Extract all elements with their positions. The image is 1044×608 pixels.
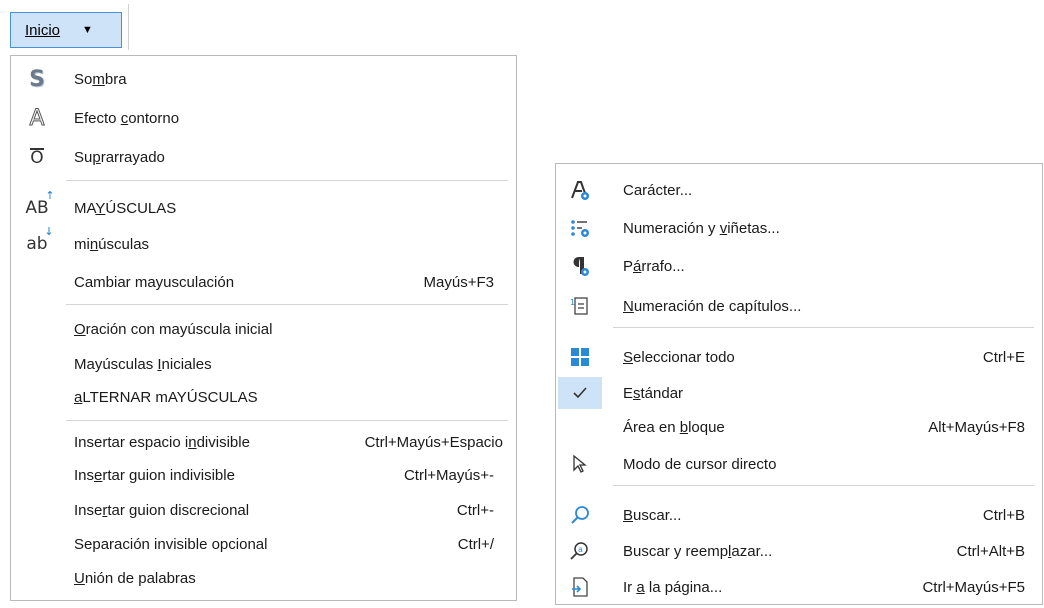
shortcut-label: Ctrl+- <box>456 501 494 519</box>
menu-item-separacion-invisible[interactable]: Separación invisible opcional Ctrl+/ <box>11 526 516 562</box>
svg-text:a: a <box>578 545 583 554</box>
menu-item-caracter[interactable]: Carácter... <box>556 172 1042 208</box>
shortcut-label: Ctrl+Alt+B <box>956 542 1025 560</box>
menu-item-label: Seleccionar todo <box>623 348 735 366</box>
inicio-dropdown-button[interactable]: Inicio ▼ <box>10 12 122 48</box>
menu-item-guion-discrecional[interactable]: Insertar guion discrecional Ctrl+- <box>11 492 516 528</box>
shortcut-label: Ctrl+Mayús+Espacio <box>364 433 503 451</box>
menu-item-label: Insertar guion indivisible <box>74 466 235 484</box>
find-replace-icon: a <box>568 539 592 563</box>
menu-item-minusculas[interactable]: ab ↓ minúsculas <box>11 225 516 262</box>
menu-item-union-palabras[interactable]: Unión de palabras <box>11 560 516 596</box>
menu-item-suprarrayado[interactable]: O Suprarrayado <box>11 139 516 175</box>
menu-item-area-bloque[interactable]: Área en bloque Alt+Mayús+F8 <box>556 409 1042 445</box>
outline-icon: A <box>29 105 45 131</box>
checkmark-icon <box>568 381 592 405</box>
menu-separator <box>66 180 508 181</box>
bullets-icon <box>568 216 592 240</box>
menu-item-label: Párrafo... <box>623 257 685 275</box>
shortcut-label: Ctrl+/ <box>457 535 494 553</box>
menu-item-cambiar-mayusculacion[interactable]: Cambiar mayusculación Mayús+F3 <box>11 264 516 300</box>
menu-separator <box>66 420 508 421</box>
menu-item-ir-pagina[interactable]: Ir a la página... Ctrl+Mayús+F5 <box>556 569 1042 605</box>
character-icon <box>568 178 592 202</box>
menu-item-label: Mayúsculas Iniciales <box>74 355 212 373</box>
menu-item-numeracion-capitulos[interactable]: 1 Numeración de capítulos... <box>556 288 1042 324</box>
menu-item-espacio-indivisible[interactable]: Insertar espacio indivisible Ctrl+Mayús+… <box>11 424 516 460</box>
menu-item-mayusculas-iniciales[interactable]: Mayúsculas Iniciales <box>11 346 516 382</box>
uppercase-icon: AB ↑ <box>25 189 55 218</box>
menu-item-label: Sombra <box>74 70 127 88</box>
menu-separator <box>613 327 1034 328</box>
chapter-numbering-icon: 1 <box>568 294 592 318</box>
menu-item-buscar-reemplazar[interactable]: a Buscar y reemplazar... Ctrl+Alt+B <box>556 533 1042 569</box>
menu-item-parrafo[interactable]: Párrafo... <box>556 248 1042 284</box>
lowercase-icon: ab ↓ <box>26 225 54 254</box>
menu-item-label: Buscar... <box>623 506 682 524</box>
menu-item-label: Ir a la página... <box>623 578 723 596</box>
overline-icon: O <box>30 148 44 168</box>
svg-text:1: 1 <box>570 298 575 307</box>
menu-item-oracion[interactable]: Oración con mayúscula inicial <box>11 311 516 347</box>
menu-item-label: Buscar y reemplazar... <box>623 542 773 560</box>
search-icon <box>568 503 592 527</box>
toolbar-divider <box>128 4 129 50</box>
menu-item-label: Carácter... <box>623 181 693 199</box>
menu-item-label: Efecto contorno <box>74 109 180 127</box>
menu-item-label: Área en bloque <box>623 418 725 436</box>
shortcut-label: Ctrl+B <box>982 506 1025 524</box>
shortcut-label: Ctrl+E <box>982 348 1025 366</box>
goto-page-icon <box>568 575 592 599</box>
menu-separator <box>613 485 1034 486</box>
menu-item-alternar-mayusculas[interactable]: aLTERNAR mAYÚSCULAS <box>11 379 516 415</box>
menu-item-label: Oración con mayúscula inicial <box>74 320 273 338</box>
menu-item-efecto-contorno[interactable]: A Efecto contorno <box>11 100 516 136</box>
menu-item-modo-cursor-directo[interactable]: Modo de cursor directo <box>556 446 1042 482</box>
paragraph-icon <box>568 254 592 278</box>
chevron-down-icon: ▼ <box>82 24 93 36</box>
shortcut-label: Mayús+F3 <box>423 273 494 291</box>
format-text-menu: S Sombra A Efecto contorno O Suprarrayad… <box>10 55 517 601</box>
menu-item-label: Numeración de capítulos... <box>623 297 802 315</box>
menu-item-buscar[interactable]: Buscar... Ctrl+B <box>556 497 1042 533</box>
menu-item-label: Separación invisible opcional <box>74 535 268 553</box>
menu-item-label: Unión de palabras <box>74 569 196 587</box>
menu-item-seleccionar-todo[interactable]: Seleccionar todo Ctrl+E <box>556 339 1042 375</box>
menu-item-estandar[interactable]: Estándar <box>556 375 1042 411</box>
menu-item-label: Insertar guion discrecional <box>74 501 250 519</box>
shadow-icon: S <box>29 66 45 92</box>
menu-item-label: MAYÚSCULAS <box>74 199 177 217</box>
context-menu: Carácter... Numeración y viñetas... Párr… <box>555 163 1043 605</box>
menu-item-label: aLTERNAR mAYÚSCULAS <box>74 388 258 406</box>
menu-item-sombra[interactable]: S Sombra <box>11 61 516 97</box>
cursor-icon <box>568 452 592 476</box>
shortcut-label: Ctrl+Mayús+- <box>403 466 494 484</box>
menu-item-label: Estándar <box>623 384 684 402</box>
select-all-icon <box>568 345 592 369</box>
menu-item-label: Cambiar mayusculación <box>74 273 235 291</box>
shortcut-label: Ctrl+Mayús+F5 <box>922 578 1025 596</box>
menu-separator <box>66 304 508 305</box>
shortcut-label: Alt+Mayús+F8 <box>928 418 1025 436</box>
menu-item-guion-indivisible[interactable]: Insertar guion indivisible Ctrl+Mayús+- <box>11 457 516 493</box>
inicio-label: Inicio <box>25 21 61 39</box>
menu-item-mayusculas[interactable]: AB ↑ MAYÚSCULAS <box>11 189 516 226</box>
menu-item-label: Numeración y viñetas... <box>623 219 780 237</box>
menu-item-label: Insertar espacio indivisible <box>74 433 250 451</box>
menu-item-label: Modo de cursor directo <box>623 455 777 473</box>
menu-item-label: Suprarrayado <box>74 148 165 166</box>
menu-item-label: minúsculas <box>74 235 150 253</box>
menu-item-numeracion-vinetas[interactable]: Numeración y viñetas... <box>556 210 1042 246</box>
